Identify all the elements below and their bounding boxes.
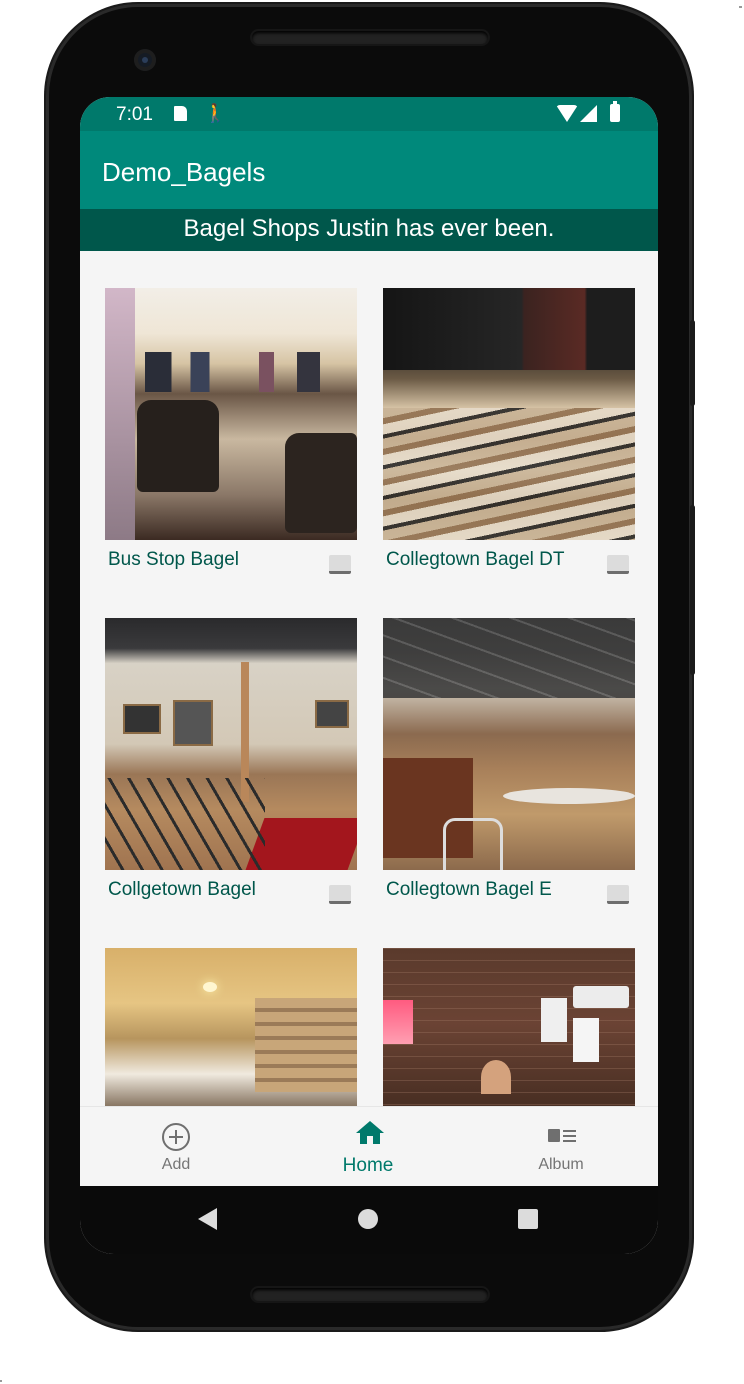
subtitle-bar: Bagel Shops Justin has ever been. [80,209,658,251]
volume-button[interactable] [690,505,695,675]
bottom-navigation: Add Home Album [80,1106,658,1187]
shop-card[interactable] [105,948,357,1106]
edge-mark [739,6,742,8]
top-speaker [252,31,488,44]
shop-photo[interactable] [383,288,635,540]
bottom-speaker [252,1288,488,1301]
nav-add[interactable]: Add [80,1107,272,1187]
system-home-icon[interactable] [358,1209,378,1229]
front-camera [134,49,156,71]
visited-checkbox[interactable] [607,555,629,574]
shop-photo[interactable] [383,618,635,870]
nav-home-label: Home [342,1155,394,1176]
shop-card[interactable]: Collgetown Bagel [105,618,357,904]
visited-checkbox[interactable] [607,885,629,904]
shop-name: Collegtown Bagel DT [386,549,565,570]
shop-photo[interactable] [105,288,357,540]
recent-apps-icon[interactable] [518,1209,538,1229]
visited-checkbox[interactable] [329,555,351,574]
shop-card[interactable]: Collegtown Bagel E [383,618,635,904]
power-button[interactable] [690,320,695,406]
screen: 7:01 🚶 Demo_Bagels Bagel Shops Justin ha… [80,97,658,1254]
app-title: Demo_Bagels [102,157,266,187]
nav-add-label: Add [161,1156,191,1173]
shop-name: Collgetown Bagel [108,879,256,900]
album-icon [548,1129,576,1143]
shop-card[interactable]: Bus Stop Bagel [105,288,357,574]
shop-photo[interactable] [383,948,635,1106]
walk-icon: 🚶 [204,103,227,123]
app-bar: Demo_Bagels [80,131,658,209]
edge-mark [0,1380,2,1382]
battery-icon [610,101,620,122]
nav-home[interactable]: Home [272,1107,464,1187]
status-time: 7:01 [116,104,153,125]
shop-grid[interactable]: Bus Stop Bagel Collegtown Bagel DT Collg… [80,251,658,1106]
add-circle-icon [162,1123,190,1151]
wifi-icon [556,105,578,122]
subtitle-text: Bagel Shops Justin has ever been. [183,215,555,242]
shop-card[interactable]: Collegtown Bagel DT [383,288,635,574]
back-icon[interactable] [198,1208,217,1230]
home-icon [356,1121,384,1147]
nav-album-label: Album [538,1156,584,1173]
shop-name: Bus Stop Bagel [108,549,239,570]
shop-photo[interactable] [105,618,357,870]
visited-checkbox[interactable] [329,885,351,904]
signal-icon [580,105,597,122]
shop-photo[interactable] [105,948,357,1106]
sd-card-icon [174,106,187,121]
nav-album[interactable]: Album [465,1107,657,1187]
status-bar: 7:01 🚶 [80,97,658,131]
shop-card[interactable] [383,948,635,1106]
system-navigation-bar [80,1186,658,1254]
shop-name: Collegtown Bagel E [386,879,552,900]
